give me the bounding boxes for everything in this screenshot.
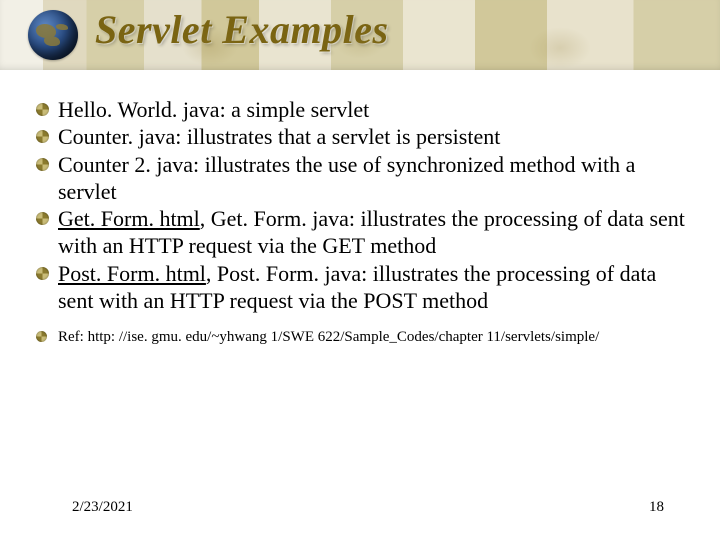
footer-page-number: 18 xyxy=(649,499,664,516)
bullet-item: Get. Form. html, Get. Form. java: illust… xyxy=(36,205,692,260)
reference-text: Ref: http: //ise. gmu. edu/~yhwang 1/SWE… xyxy=(58,329,599,345)
footer-date: 2/23/2021 xyxy=(72,499,133,516)
bullet-list: Hello. World. java: a simple servlet Cou… xyxy=(36,96,692,314)
slide-body: Hello. World. java: a simple servlet Cou… xyxy=(36,96,692,348)
bullet-text: Counter. java: illustrates that a servle… xyxy=(58,124,500,149)
title-band: Servlet Examples xyxy=(0,0,720,70)
bullet-item: Post. Form. html, Post. Form. java: illu… xyxy=(36,260,692,315)
bullet-item: Counter 2. java: illustrates the use of … xyxy=(36,151,692,206)
slide-title: Servlet Examples xyxy=(95,6,389,53)
slide-footer: 2/23/2021 18 xyxy=(0,496,720,516)
bullet-text: Counter 2. java: illustrates the use of … xyxy=(58,152,635,204)
bullet-item: Hello. World. java: a simple servlet xyxy=(36,96,692,123)
bullet-text: Hello. World. java: a simple servlet xyxy=(58,97,369,122)
reference-line: Ref: http: //ise. gmu. edu/~yhwang 1/SWE… xyxy=(36,328,692,348)
bullet-item: Counter. java: illustrates that a servle… xyxy=(36,123,692,150)
bullet-link: Get. Form. html xyxy=(58,206,200,231)
globe-icon xyxy=(28,10,78,60)
slide: Servlet Examples Hello. World. java: a s… xyxy=(0,0,720,540)
bullet-link: Post. Form. html xyxy=(58,261,206,286)
